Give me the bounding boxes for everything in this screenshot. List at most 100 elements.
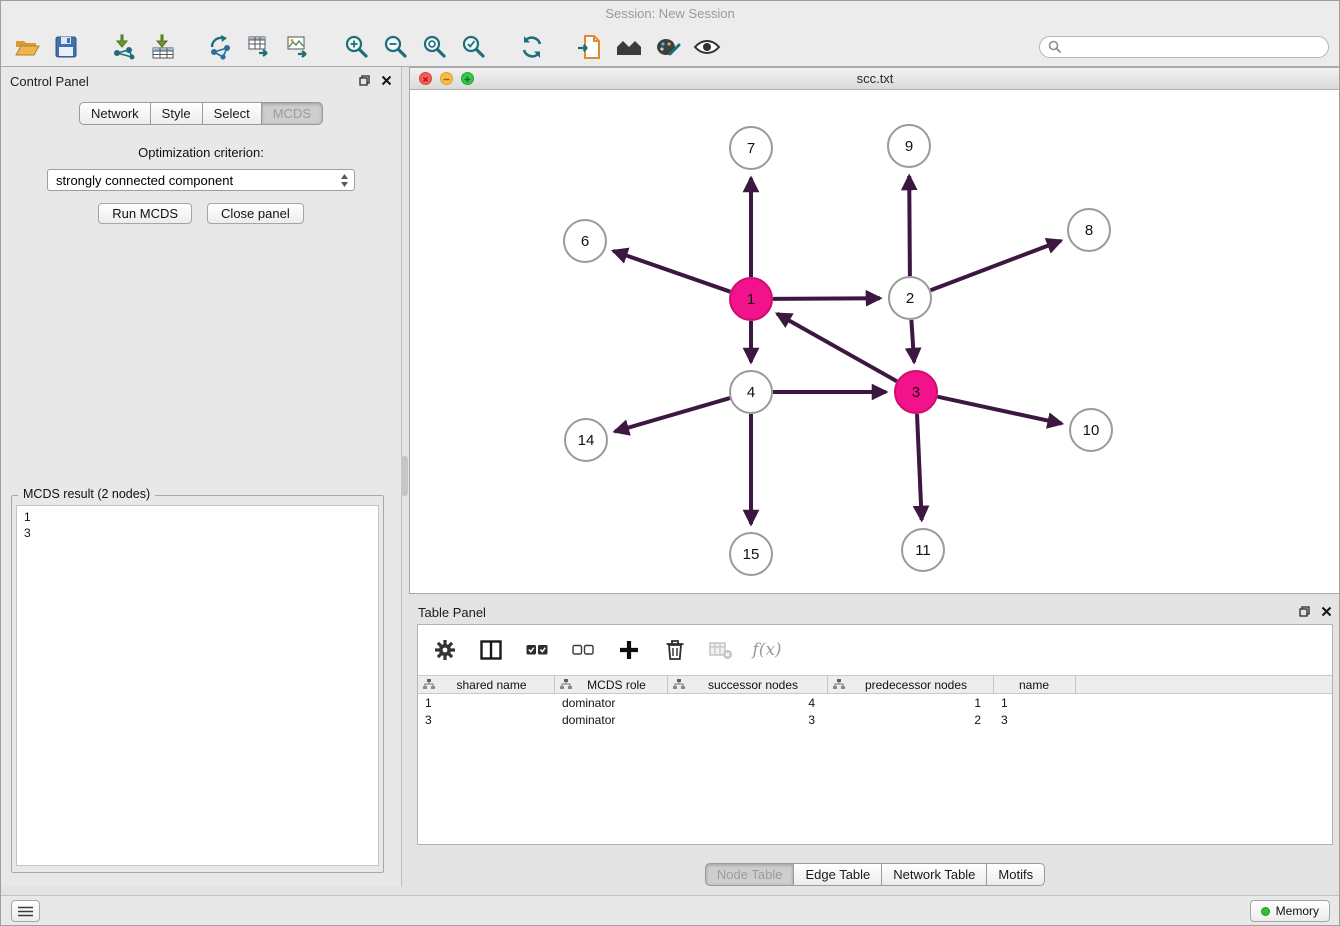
memory-button[interactable]: Memory [1250,900,1330,922]
panel-splitter-handle[interactable] [401,456,408,496]
graph-node-label: 4 [747,384,755,401]
graph-edge-4-14[interactable] [615,398,730,432]
table-cell[interactable]: dominator [555,713,668,727]
import-table-button[interactable] [147,31,179,63]
graph-node-4[interactable]: 4 [730,371,772,413]
style-palette-icon [655,34,681,60]
show-columns-button[interactable] [478,637,504,663]
table-panel-close-button[interactable] [1320,605,1333,618]
run-mcds-button[interactable]: Run MCDS [98,203,192,224]
zoom-fit-button[interactable] [419,31,451,63]
tab-node-table[interactable]: Node Table [705,863,795,886]
graph-edge-3-1[interactable] [777,314,897,382]
graph-node-9[interactable]: 9 [888,125,930,167]
graph-node-15[interactable]: 15 [730,533,772,575]
zoom-out-button[interactable] [380,31,412,63]
graph-edge-2-3[interactable] [911,320,914,362]
graph-edge-3-10[interactable] [938,397,1062,424]
table-panel-float-button[interactable] [1298,605,1311,618]
create-column-button[interactable] [616,637,642,663]
column-header-successor-nodes[interactable]: successor nodes [668,676,828,693]
tab-style[interactable]: Style [151,102,203,125]
dropdown-stepper-icon [340,173,349,191]
graph-edge-3-11[interactable] [917,414,922,520]
window-titlebar[interactable]: Session: New Session [1,1,1339,27]
import-network-button[interactable] [108,31,140,63]
search-input[interactable] [1066,40,1320,54]
table-cell[interactable]: 3 [994,713,1076,727]
zoom-in-button[interactable] [341,31,373,63]
table-row[interactable]: 1dominator411 [418,694,1332,711]
tab-edge-table[interactable]: Edge Table [794,863,882,886]
table-cell[interactable]: 1 [994,696,1076,710]
graph-node-1[interactable]: 1 [730,278,772,320]
paste-document-button[interactable] [574,31,606,63]
column-header-predecessor-nodes[interactable]: predecessor nodes [828,676,994,693]
open-session-button[interactable] [11,31,43,63]
close-panel-button[interactable]: Close panel [207,203,304,224]
save-session-button[interactable] [50,31,82,63]
table-cell[interactable]: dominator [555,696,668,710]
export-table-button[interactable] [244,31,276,63]
home-layout-button[interactable] [613,31,645,63]
criterion-dropdown[interactable]: strongly connected component [47,169,355,191]
graph-node-14[interactable]: 14 [565,419,607,461]
plus-icon [619,640,639,660]
graph-node-label: 10 [1083,422,1100,439]
graph-node-11[interactable]: 11 [902,529,944,571]
table-panel-content: f(x) shared name MCDS role successor nod… [417,624,1333,845]
checked-boxes-icon [526,641,548,659]
show-hide-button[interactable] [691,31,723,63]
table-cell[interactable]: 3 [668,713,828,727]
graph-node-6[interactable]: 6 [564,220,606,262]
function-builder-button[interactable]: f(x) [754,637,780,663]
delete-column-button[interactable] [662,637,688,663]
graph-edge-1-6[interactable] [613,251,730,292]
refresh-view-button[interactable] [516,31,548,63]
table-cell[interactable]: 1 [418,696,555,710]
control-panel-close-button[interactable] [380,74,393,87]
graph-node-10[interactable]: 10 [1070,409,1112,451]
graph-node-7[interactable]: 7 [730,127,772,169]
select-all-columns-button[interactable] [524,637,550,663]
tab-motifs[interactable]: Motifs [987,863,1045,886]
table-cell[interactable]: 3 [418,713,555,727]
column-header-mcds-role[interactable]: MCDS role [555,676,668,693]
deselect-all-columns-button[interactable] [570,637,596,663]
network-window-titlebar[interactable]: scc.txt [410,68,1340,90]
table-cell[interactable]: 4 [668,696,828,710]
new-network-from-selection-button[interactable] [205,31,237,63]
graph-node-label: 7 [747,140,755,157]
tab-select[interactable]: Select [203,102,262,125]
paste-document-icon [577,34,603,60]
export-image-button[interactable] [283,31,315,63]
task-history-button[interactable] [11,900,40,922]
table-settings-button[interactable] [432,637,458,663]
table-cell[interactable]: 1 [828,696,994,710]
graph-node-8[interactable]: 8 [1068,209,1110,251]
tab-network[interactable]: Network [79,102,151,125]
tab-network-table[interactable]: Network Table [882,863,987,886]
unchecked-boxes-icon [572,641,594,659]
control-panel-float-button[interactable] [358,74,371,87]
mcds-result-textarea[interactable]: 13 [16,505,379,866]
zoom-selected-button[interactable] [458,31,490,63]
control-panel-title: Control Panel [10,74,89,89]
table-toolbar: f(x) [418,625,1332,675]
delete-table-button[interactable] [708,637,734,663]
tab-mcds[interactable]: MCDS [262,102,323,125]
graph-node-3[interactable]: 3 [895,371,937,413]
graph-edge-1-2[interactable] [773,298,880,299]
column-header-shared-name[interactable]: shared name [418,676,555,693]
zoom-fit-icon [422,34,448,60]
graph-node-2[interactable]: 2 [889,277,931,319]
mcds-result-groupbox: MCDS result (2 nodes) 13 [11,495,384,873]
table-cell[interactable]: 2 [828,713,994,727]
table-row[interactable]: 3dominator323 [418,711,1332,728]
toolbar-search[interactable] [1039,36,1329,58]
style-button[interactable] [652,31,684,63]
network-canvas[interactable]: 7 9 6 8 1 2 4 3 14 10 15 11 [410,90,1340,593]
graph-edge-2-8[interactable] [931,241,1061,291]
column-header-name[interactable]: name [994,676,1076,693]
graph-edge-2-9[interactable] [909,176,910,276]
